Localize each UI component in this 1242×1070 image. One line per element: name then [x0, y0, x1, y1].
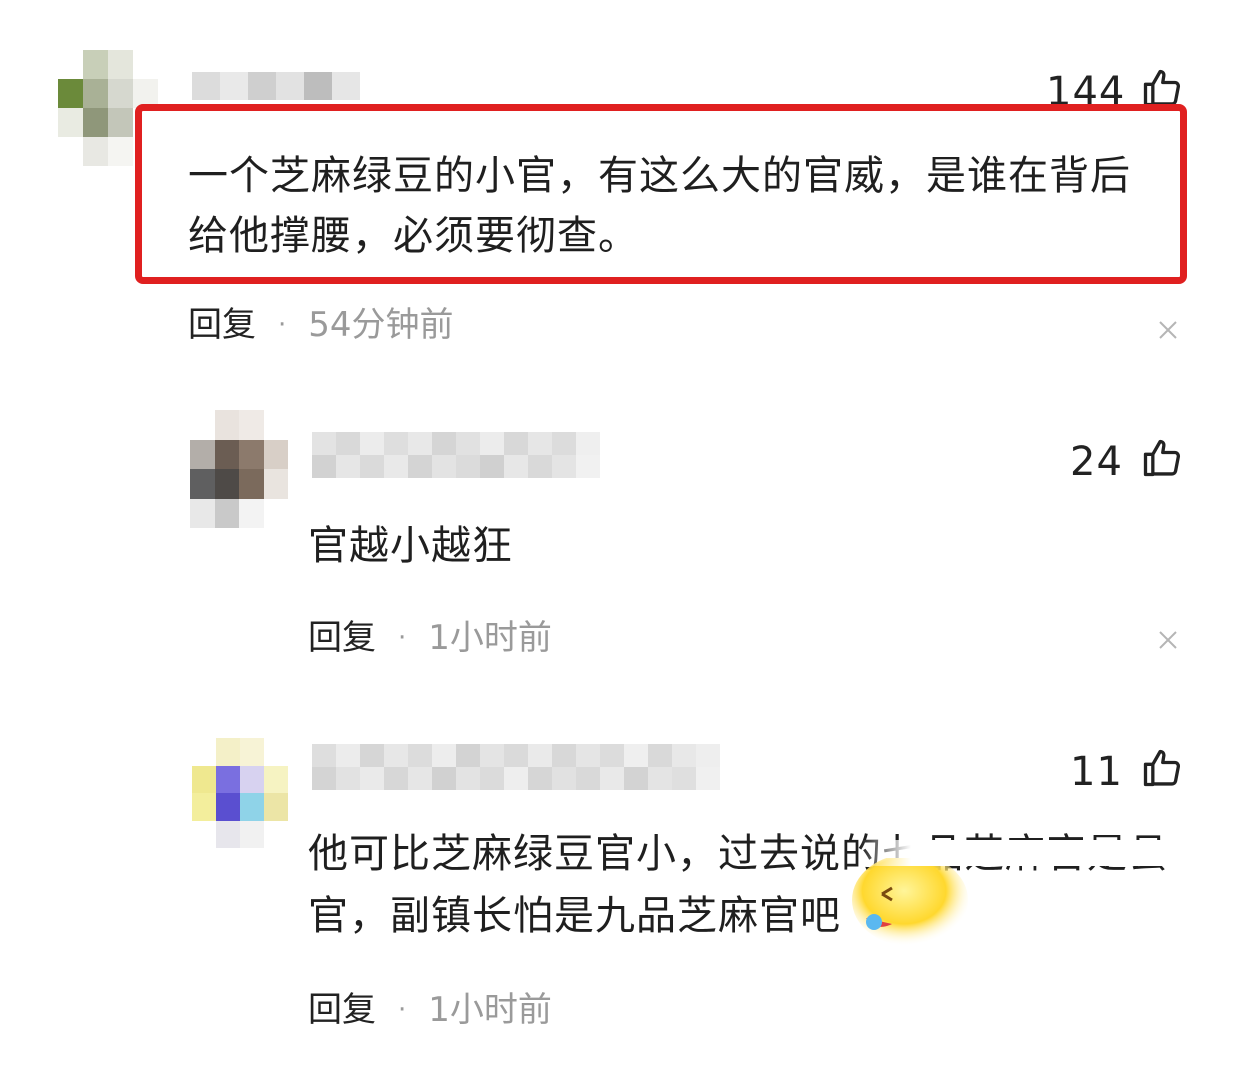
timestamp: 1小时前	[428, 618, 552, 658]
comment-text-line-1: 一个芝麻绿豆的小官，有这么大的官威，是谁在背后	[188, 153, 1131, 199]
close-icon[interactable]	[1157, 319, 1179, 341]
thumbs-up-icon[interactable]	[1140, 746, 1184, 790]
emoji-glow	[860, 840, 1200, 866]
comment-text-line-2: 给他撑腰，必须要彻查。	[188, 213, 639, 259]
like-count: 24	[1070, 439, 1123, 485]
comment-meta: 回复 · 1小时前	[308, 990, 552, 1030]
avatar[interactable]	[190, 410, 288, 528]
comment-meta: 回复 · 54分钟前	[188, 305, 454, 345]
comment-2: 24 官越小越狂 回复 · 1小时前	[0, 380, 1242, 710]
username-blurred[interactable]	[312, 432, 600, 478]
timestamp: 54分钟前	[308, 305, 454, 345]
separator-dot: ·	[398, 623, 407, 653]
username-blurred[interactable]	[312, 744, 720, 790]
comment-text-line-1: 官越小越狂	[308, 523, 513, 569]
reply-button[interactable]: 回复	[188, 305, 256, 345]
like-count: 11	[1070, 749, 1123, 795]
reply-button[interactable]: 回复	[308, 990, 376, 1030]
avatar[interactable]	[192, 738, 288, 848]
timestamp: 1小时前	[428, 990, 552, 1030]
separator-dot: ·	[278, 310, 287, 340]
comment-meta: 回复 · 1小时前	[308, 618, 552, 658]
comment-1: 144 一个芝麻绿豆的小官，有这么大的官威，是谁在背后 给他撑腰，必须要彻查。 …	[0, 0, 1242, 380]
separator-dot: ·	[398, 995, 407, 1025]
close-icon[interactable]	[1157, 629, 1179, 651]
comment-3: 11 他可比芝麻绿豆官小，过去说的七品芝麻官是县 官，副镇长怕是九品芝麻官吧 回…	[0, 710, 1242, 1070]
reply-button[interactable]: 回复	[308, 618, 376, 658]
laughing-emoji-icon	[852, 858, 968, 946]
comment-text-line-2: 官，副镇长怕是九品芝麻官吧	[308, 893, 841, 939]
username-blurred[interactable]	[192, 72, 360, 100]
thumbs-up-icon[interactable]	[1140, 436, 1184, 480]
